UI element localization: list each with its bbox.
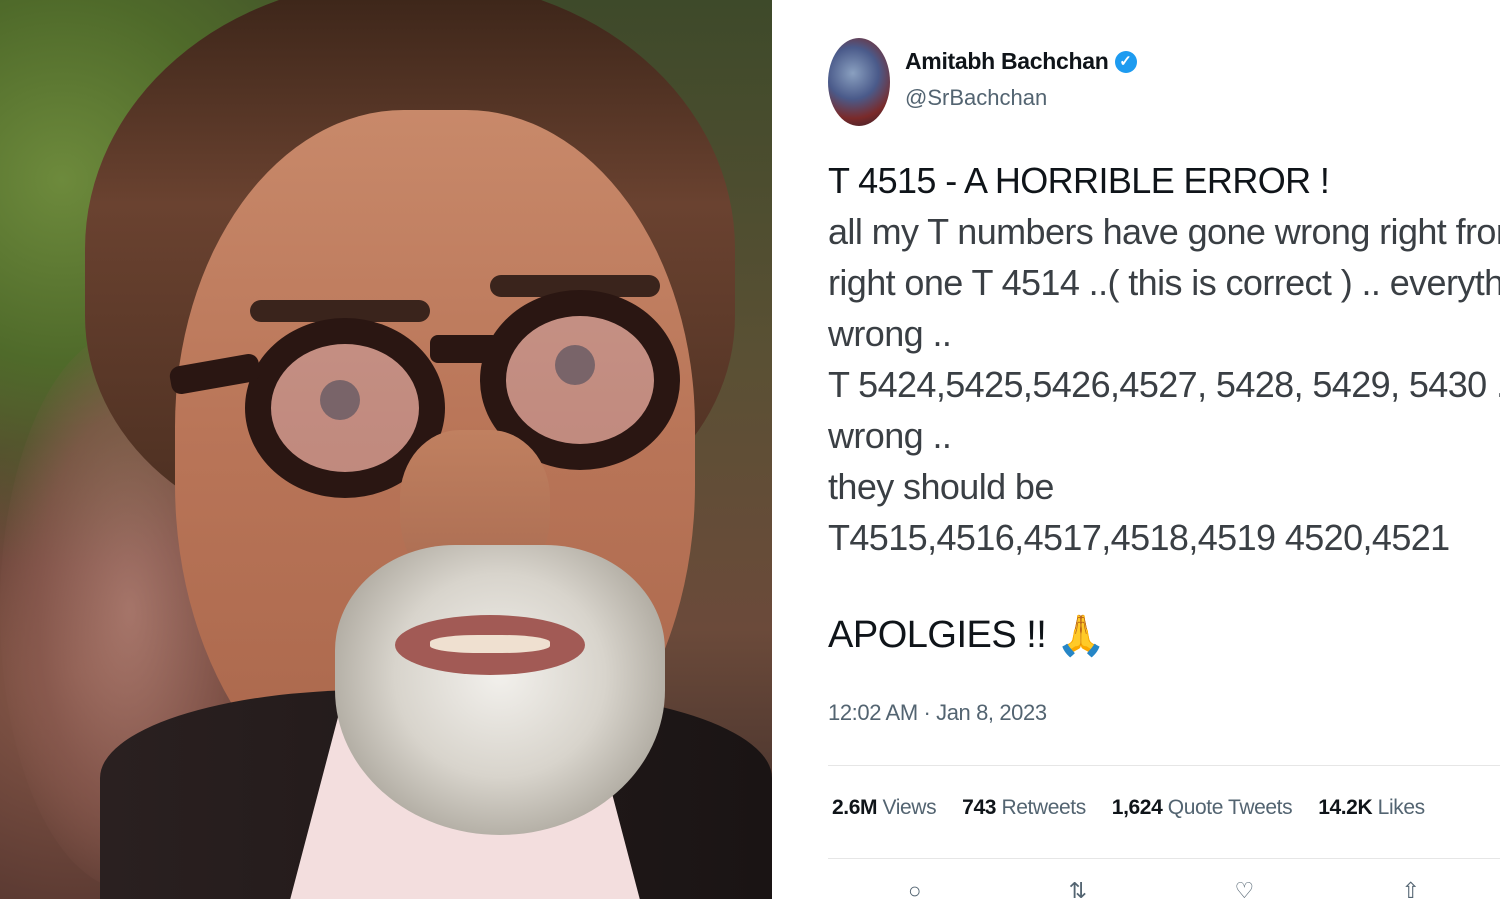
author-row: Amitabh Bachchan ✓	[905, 48, 1137, 75]
tweet-line: T 5424,5425,5426,4527, 5428, 5429, 5430 …	[828, 364, 1500, 405]
tweet-line: wrong ..	[828, 313, 952, 354]
beard	[335, 545, 665, 835]
closing-text: APOLGIES !!	[828, 614, 1047, 656]
portrait-photo	[0, 0, 772, 899]
divider	[828, 765, 1500, 766]
avatar[interactable]	[828, 38, 890, 126]
reply-icon[interactable]: ○	[908, 880, 921, 899]
tweet-line: T 4515 - A HORRIBLE ERROR !	[828, 160, 1330, 201]
like-icon[interactable]: ♡	[1234, 880, 1254, 899]
tweet-body: T 4515 - A HORRIBLE ERROR ! all my T num…	[828, 155, 1500, 563]
tweet-closing: APOLGIES !! 🙏	[828, 612, 1106, 659]
author-name[interactable]: Amitabh Bachchan	[905, 48, 1109, 75]
tweet-line: all my T numbers have gone wrong right f…	[828, 211, 1500, 252]
glasses-bridge	[430, 335, 500, 363]
teeth	[430, 635, 550, 653]
share-icon[interactable]: ⇧	[1402, 880, 1420, 899]
tweet-stats: 2.6M Views 743 Retweets 1,624 Quote Twee…	[832, 796, 1425, 820]
divider	[828, 858, 1500, 859]
verified-badge-icon: ✓	[1114, 50, 1137, 73]
author-handle[interactable]: @SrBachchan	[905, 85, 1047, 111]
tweet-card: Amitabh Bachchan ✓ @SrBachchan T 4515 - …	[772, 0, 1500, 899]
quote-tweets-stat[interactable]: 1,624 Quote Tweets	[1112, 796, 1293, 820]
folded-hands-icon: 🙏	[1056, 614, 1106, 658]
tweet-line: wrong ..	[828, 415, 952, 456]
tweet-line: right one T 4514 ..( this is correct ) .…	[828, 262, 1500, 303]
views-stat[interactable]: 2.6M Views	[832, 796, 937, 820]
retweet-icon[interactable]: ⇅	[1069, 880, 1087, 899]
retweets-stat[interactable]: 743 Retweets	[962, 796, 1086, 820]
tweet-timestamp[interactable]: 12:02 AM · Jan 8, 2023	[828, 700, 1047, 726]
tweet-line: they should be	[828, 466, 1054, 507]
likes-stat[interactable]: 14.2K Likes	[1318, 796, 1425, 820]
tweet-actions: ○ ⇅ ♡ ⇧	[828, 880, 1500, 899]
tweet-line: T4515,4516,4517,4518,4519 4520,4521	[828, 517, 1450, 558]
